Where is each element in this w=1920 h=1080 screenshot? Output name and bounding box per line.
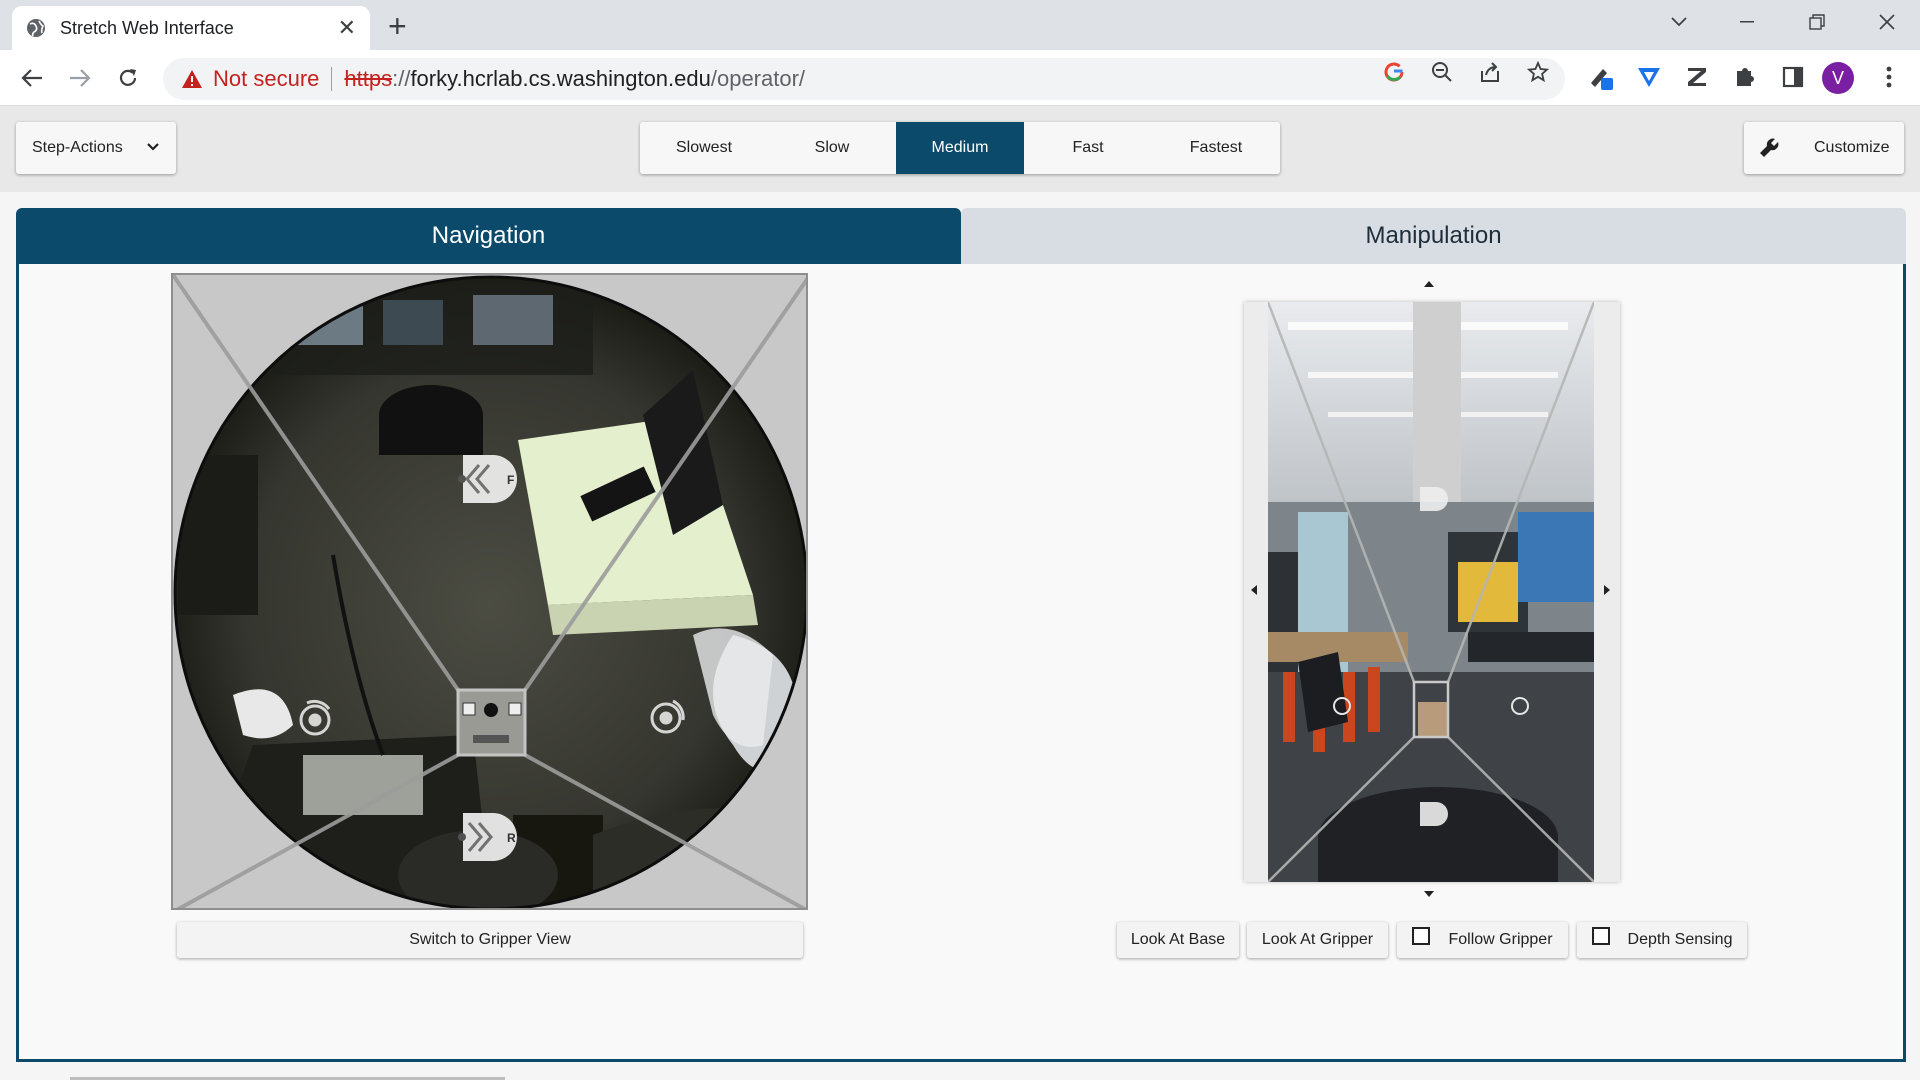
mode-tabs: Navigation Manipulation	[16, 208, 1906, 264]
not-secure-label: Not secure	[213, 66, 320, 91]
warning-icon	[182, 70, 202, 88]
depth-sensing-label: Depth Sensing	[1627, 931, 1733, 948]
speed-slow-button[interactable]: Slow	[768, 122, 896, 174]
url-host: forky.hcrlab.cs.washington.edu	[410, 66, 711, 91]
tab-search-icon[interactable]	[1656, 0, 1702, 44]
omnibox-separator	[331, 67, 333, 91]
globe-icon	[27, 19, 45, 37]
extensions-puzzle-icon[interactable]	[1730, 62, 1760, 92]
look-at-base-button[interactable]: Look At Base	[1117, 922, 1239, 958]
tab-manipulation[interactable]: Manipulation	[961, 208, 1906, 264]
pan-down-arrow-icon[interactable]	[1423, 890, 1435, 898]
zotero-extension-icon[interactable]	[1682, 62, 1712, 92]
pen-extension-icon[interactable]	[1586, 62, 1616, 92]
operator-header: Step-Actions Slowest Slow Medium Fast Fa…	[0, 106, 1920, 192]
customize-button[interactable]: Customize	[1744, 122, 1904, 174]
back-icon[interactable]	[14, 60, 50, 96]
look-at-gripper-button[interactable]: Look At Gripper	[1247, 922, 1388, 958]
restore-icon[interactable]	[1794, 0, 1840, 44]
chevron-down-icon	[147, 143, 159, 151]
zoom-out-icon[interactable]	[1430, 60, 1454, 84]
step-actions-label: Step-Actions	[32, 139, 123, 156]
step-actions-dropdown[interactable]: Step-Actions	[16, 122, 176, 174]
customize-label: Customize	[1814, 139, 1890, 156]
share-icon[interactable]	[1478, 60, 1502, 84]
tab-title: Stretch Web Interface	[60, 17, 234, 38]
browser-toolbar: Not secure https :// forky.hcrlab.cs.was…	[0, 50, 1920, 106]
speed-control: Slowest Slow Medium Fast Fastest	[640, 122, 1280, 174]
forward-icon[interactable]	[62, 60, 98, 96]
vee-extension-icon[interactable]	[1634, 62, 1664, 92]
pan-right-arrow-icon[interactable]	[1603, 584, 1611, 596]
reload-icon[interactable]	[110, 60, 146, 96]
address-bar[interactable]: Not secure https :// forky.hcrlab.cs.was…	[163, 58, 1565, 100]
pan-up-arrow-icon[interactable]	[1423, 280, 1435, 288]
google-lens-icon[interactable]	[1382, 60, 1406, 84]
speed-slowest-button[interactable]: Slowest	[640, 122, 768, 174]
depth-sensing-checkbox[interactable]	[1591, 927, 1610, 945]
wrench-icon	[1760, 138, 1779, 157]
speed-fast-button[interactable]: Fast	[1024, 122, 1152, 174]
profile-avatar[interactable]: V	[1822, 62, 1854, 94]
window-close-icon[interactable]	[1864, 0, 1910, 44]
close-tab-icon[interactable]: ✕	[338, 15, 356, 41]
url-path: /operator/	[710, 66, 806, 91]
browser-tab[interactable]: Stretch Web Interface ✕	[12, 6, 370, 50]
speed-fastest-button[interactable]: Fastest	[1152, 122, 1280, 174]
reverse-marker-label: R	[507, 831, 516, 845]
browser-tabstrip: Stretch Web Interface ✕ +	[0, 0, 1920, 50]
url-scheme: https	[344, 66, 393, 91]
follow-gripper-checkbox[interactable]	[1412, 927, 1431, 945]
navigation-camera-view[interactable]: F R	[171, 273, 808, 910]
tab-navigation[interactable]: Navigation	[16, 208, 961, 264]
side-panel-icon[interactable]	[1778, 62, 1808, 92]
forward-marker-label: F	[507, 473, 514, 487]
url-scheme-separator: ://	[392, 66, 411, 91]
follow-gripper-toggle[interactable]: Follow Gripper	[1397, 922, 1568, 958]
bookmark-star-icon[interactable]	[1526, 60, 1550, 84]
speed-medium-button[interactable]: Medium	[896, 122, 1024, 174]
new-tab-icon[interactable]: +	[388, 8, 407, 44]
more-menu-icon[interactable]	[1874, 62, 1904, 92]
follow-gripper-label: Follow Gripper	[1448, 931, 1553, 948]
minimize-icon[interactable]	[1724, 0, 1770, 44]
pan-left-arrow-icon[interactable]	[1250, 584, 1258, 596]
head-camera-view[interactable]	[1268, 302, 1594, 882]
switch-to-gripper-view-button[interactable]: Switch to Gripper View	[177, 922, 803, 958]
depth-sensing-toggle[interactable]: Depth Sensing	[1577, 922, 1747, 958]
